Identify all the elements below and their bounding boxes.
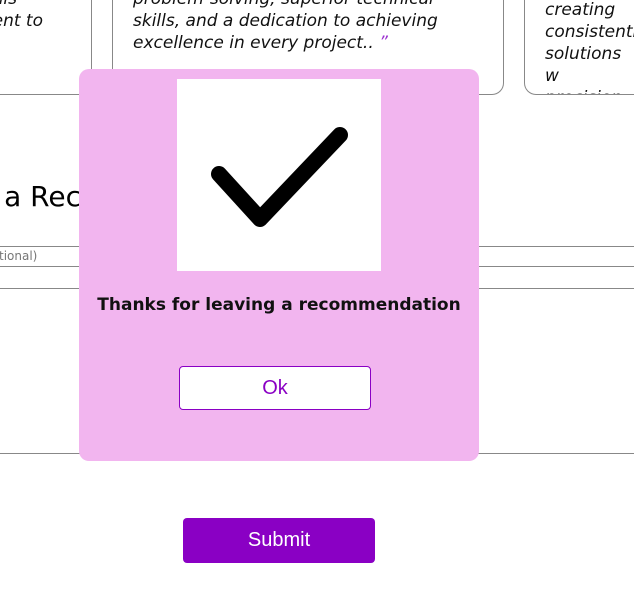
ok-button[interactable]: Ok: [179, 366, 371, 410]
checkmark-icon: [211, 127, 348, 227]
card-text: in creating consistently solutions w pre…: [545, 0, 634, 94]
card-text: problem-solving, superior technical skil…: [133, 0, 438, 53]
close-quote-icon: ”: [379, 33, 388, 53]
card-text: his ent to: [0, 0, 43, 31]
recommendation-card-right: in creating consistently solutions w pre…: [524, 0, 634, 95]
success-modal: Thanks for leaving a recommendation Ok: [79, 69, 479, 461]
submit-button[interactable]: Submit: [183, 518, 375, 563]
modal-message: Thanks for leaving a recommendation: [97, 295, 461, 315]
form-heading: e a Rec: [0, 180, 82, 213]
checkmark-image: [177, 79, 381, 271]
input-placeholder: tional): [0, 249, 38, 263]
